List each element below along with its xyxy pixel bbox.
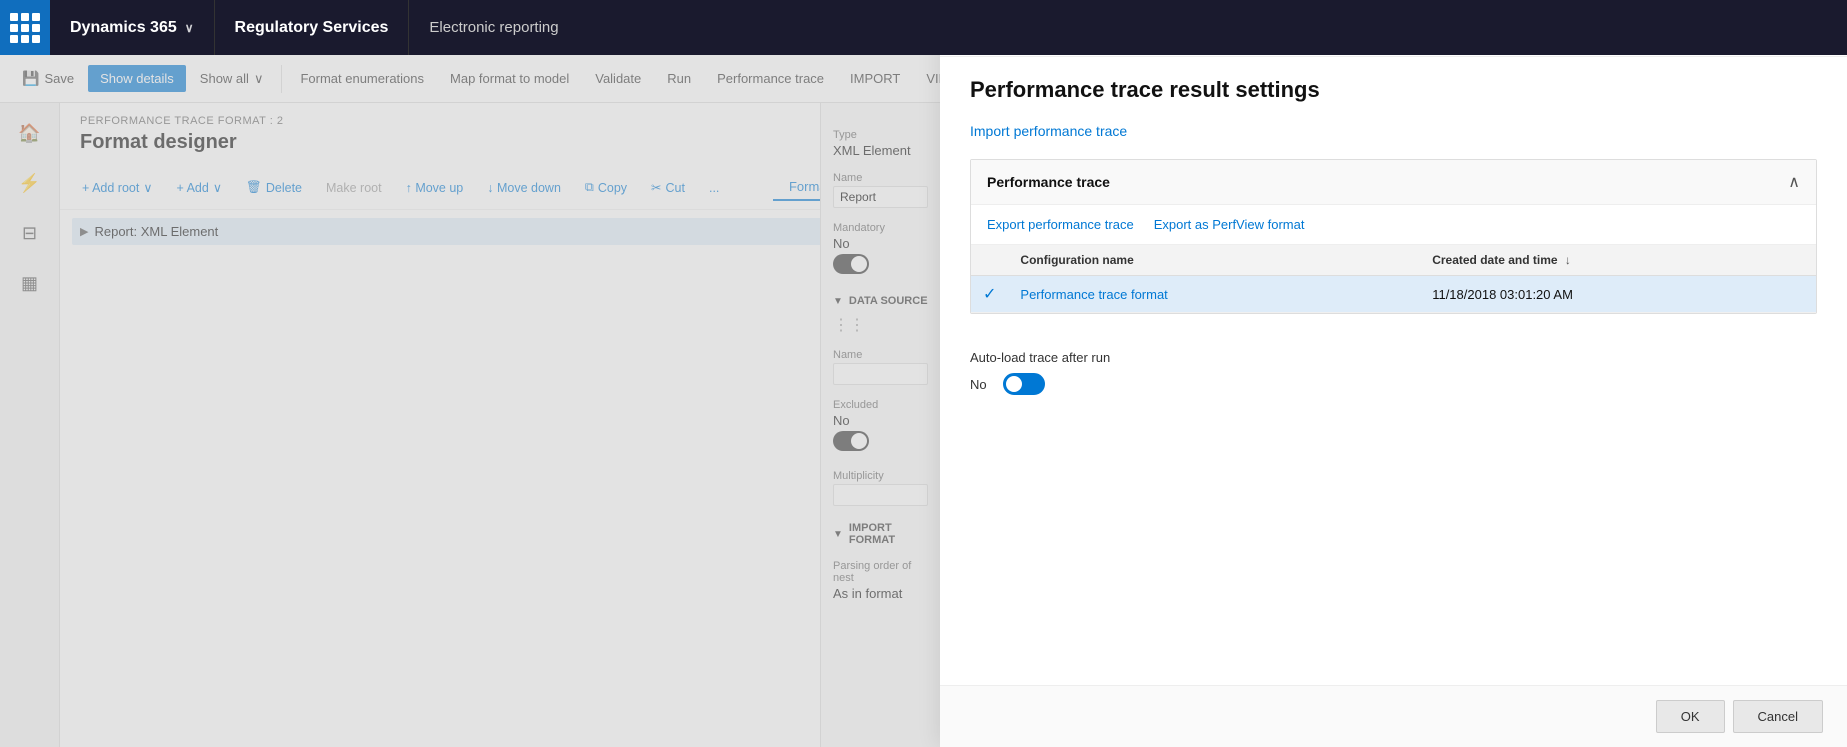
autoload-toggle[interactable] <box>1003 373 1045 395</box>
cut-icon: ✂ <box>651 180 661 195</box>
table-row[interactable]: ✓ Performance trace format 11/18/2018 03… <box>971 276 1816 313</box>
sidebar-filter-icon[interactable]: ⊟ <box>10 213 50 253</box>
regulatory-nav[interactable]: Regulatory Services <box>215 0 410 55</box>
datasource-arrow: ▼ <box>833 296 843 307</box>
move-down-button[interactable]: ↓ Move down <box>477 176 571 200</box>
app-menu-button[interactable] <box>0 0 50 55</box>
delete-button[interactable]: 🗑 Delete <box>236 175 312 200</box>
collapse-icon: ∧ <box>1788 172 1800 192</box>
sidebar-activity-icon[interactable]: ⚡ <box>10 163 50 203</box>
dynamics365-chevron: ∨ <box>185 21 194 35</box>
autoload-row: No <box>970 373 1817 395</box>
electronic-label: Electronic reporting <box>429 19 558 36</box>
excluded-value: No <box>833 413 928 428</box>
perf-export-links: Export performance trace Export as PerfV… <box>971 205 1816 245</box>
perf-section-header[interactable]: Performance trace ∧ <box>971 160 1816 205</box>
sidebar-grid-icon[interactable]: ▦ <box>10 263 50 303</box>
left-sidebar: 🏠 ⚡ ⊟ ▦ <box>0 103 60 747</box>
show-all-chevron: ∨ <box>254 71 264 87</box>
add-root-chevron: ∨ <box>143 180 152 195</box>
toolbar-separator-1 <box>281 65 282 93</box>
save-button[interactable]: 💾 Save <box>10 64 86 93</box>
properties-panel: Type XML Element Name Mandatory No ▼ DAT… <box>820 103 940 747</box>
export-performance-trace-link[interactable]: Export performance trace <box>987 217 1134 232</box>
col-created-date[interactable]: Created date and time ↓ <box>1420 245 1816 276</box>
import-button[interactable]: IMPORT <box>838 65 912 92</box>
ok-button[interactable]: OK <box>1656 700 1725 733</box>
name-input[interactable] <box>833 186 928 208</box>
tree-area: ▶ Report: XML Element <box>60 210 940 253</box>
cancel-button[interactable]: Cancel <box>1733 700 1823 733</box>
autoload-no: No <box>970 377 987 392</box>
perf-trace-table: Configuration name Created date and time… <box>971 245 1816 313</box>
make-root-button[interactable]: Make root <box>316 176 392 200</box>
copy-icon: ⧉ <box>585 180 594 195</box>
grid-icon <box>10 13 40 43</box>
regulatory-label: Regulatory Services <box>235 19 389 37</box>
add-root-button[interactable]: + Add root ∨ <box>72 175 163 200</box>
drag-handle[interactable]: ⋮⋮ <box>833 315 928 335</box>
autoload-area: Auto-load trace after run No <box>970 334 1817 411</box>
dynamics365-label: Dynamics 365 <box>70 19 177 37</box>
import-performance-trace-link[interactable]: Import performance trace <box>970 123 1127 139</box>
add-chevron: ∨ <box>213 180 222 195</box>
breadcrumb: PERFORMANCE TRACE FORMAT : 2 <box>60 103 940 131</box>
dialog-title: Performance trace result settings <box>970 77 1817 103</box>
check-cell: ✓ <box>971 276 1008 313</box>
page-title: Format designer <box>60 131 940 166</box>
multiplicity-input[interactable] <box>833 484 928 506</box>
datasource-header: ▼ DATA SOURCE <box>833 295 928 307</box>
mandatory-label: Mandatory <box>833 222 928 234</box>
name-label: Name <box>833 172 928 184</box>
multiplicity-label: Multiplicity <box>833 470 928 482</box>
excluded-label: Excluded <box>833 399 928 411</box>
show-details-button[interactable]: Show details <box>88 65 186 92</box>
col-check <box>971 245 1008 276</box>
run-button[interactable]: Run <box>655 65 703 92</box>
import-arrow: ▼ <box>833 529 843 540</box>
dialog-footer: OK Cancel <box>940 685 1847 747</box>
expand-icon: ▶ <box>80 225 88 238</box>
import-header: ▼ IMPORT FORMAT <box>833 522 928 546</box>
ds-name-input[interactable] <box>833 363 928 385</box>
delete-icon: 🗑 <box>246 180 262 195</box>
performance-trace-section: Performance trace ∧ Export performance t… <box>970 159 1817 314</box>
more-button[interactable]: ... <box>699 176 729 200</box>
performance-trace-button[interactable]: Performance trace <box>705 65 836 92</box>
cut-button[interactable]: ✂ Cut <box>641 175 695 200</box>
table-header-row: Configuration name Created date and time… <box>971 245 1816 276</box>
config-name-cell[interactable]: Performance trace format <box>1008 276 1420 313</box>
save-icon: 💾 <box>22 70 39 87</box>
sidebar-home-icon[interactable]: 🏠 <box>10 113 50 153</box>
type-label: Type <box>833 129 928 141</box>
parsing-value: As in format <box>833 586 928 601</box>
electronic-nav[interactable]: Electronic reporting <box>409 0 578 55</box>
move-up-button[interactable]: ↑ Move up <box>396 176 474 200</box>
sort-arrow: ↓ <box>1565 253 1571 267</box>
main-content-area: PERFORMANCE TRACE FORMAT : 2 Format desi… <box>60 103 940 747</box>
format-toolbar: + Add root ∨ + Add ∨ 🗑 Delete Make root … <box>60 166 940 210</box>
format-enumerations-button[interactable]: Format enumerations <box>288 65 436 92</box>
col-config-name[interactable]: Configuration name <box>1008 245 1420 276</box>
dynamics365-nav[interactable]: Dynamics 365 ∨ <box>50 0 215 55</box>
add-button[interactable]: + Add ∨ <box>167 175 232 200</box>
show-all-button[interactable]: Show all ∨ <box>188 65 276 93</box>
parsing-label: Parsing order of nest <box>833 560 928 584</box>
mandatory-toggle[interactable] <box>833 254 869 274</box>
validate-button[interactable]: Validate <box>583 65 653 92</box>
export-perfview-link[interactable]: Export as PerfView format <box>1154 217 1305 232</box>
type-value: XML Element <box>833 143 928 158</box>
perf-section-title: Performance trace <box>987 174 1110 190</box>
copy-button[interactable]: ⧉ Copy <box>575 175 637 200</box>
excluded-toggle[interactable] <box>833 431 869 451</box>
tree-item-report[interactable]: ▶ Report: XML Element <box>72 218 928 245</box>
top-nav: Dynamics 365 ∨ Regulatory Services Elect… <box>0 0 1847 55</box>
ds-name-label: Name <box>833 349 928 361</box>
map-format-button[interactable]: Map format to model <box>438 65 581 92</box>
created-date-cell: 11/18/2018 03:01:20 AM <box>1420 276 1816 313</box>
dialog-body: Performance trace result settings Import… <box>940 57 1847 685</box>
performance-trace-dialog: i Performance trace has been successfull… <box>940 0 1847 747</box>
mandatory-value: No <box>833 236 928 251</box>
autoload-label: Auto-load trace after run <box>970 350 1817 365</box>
